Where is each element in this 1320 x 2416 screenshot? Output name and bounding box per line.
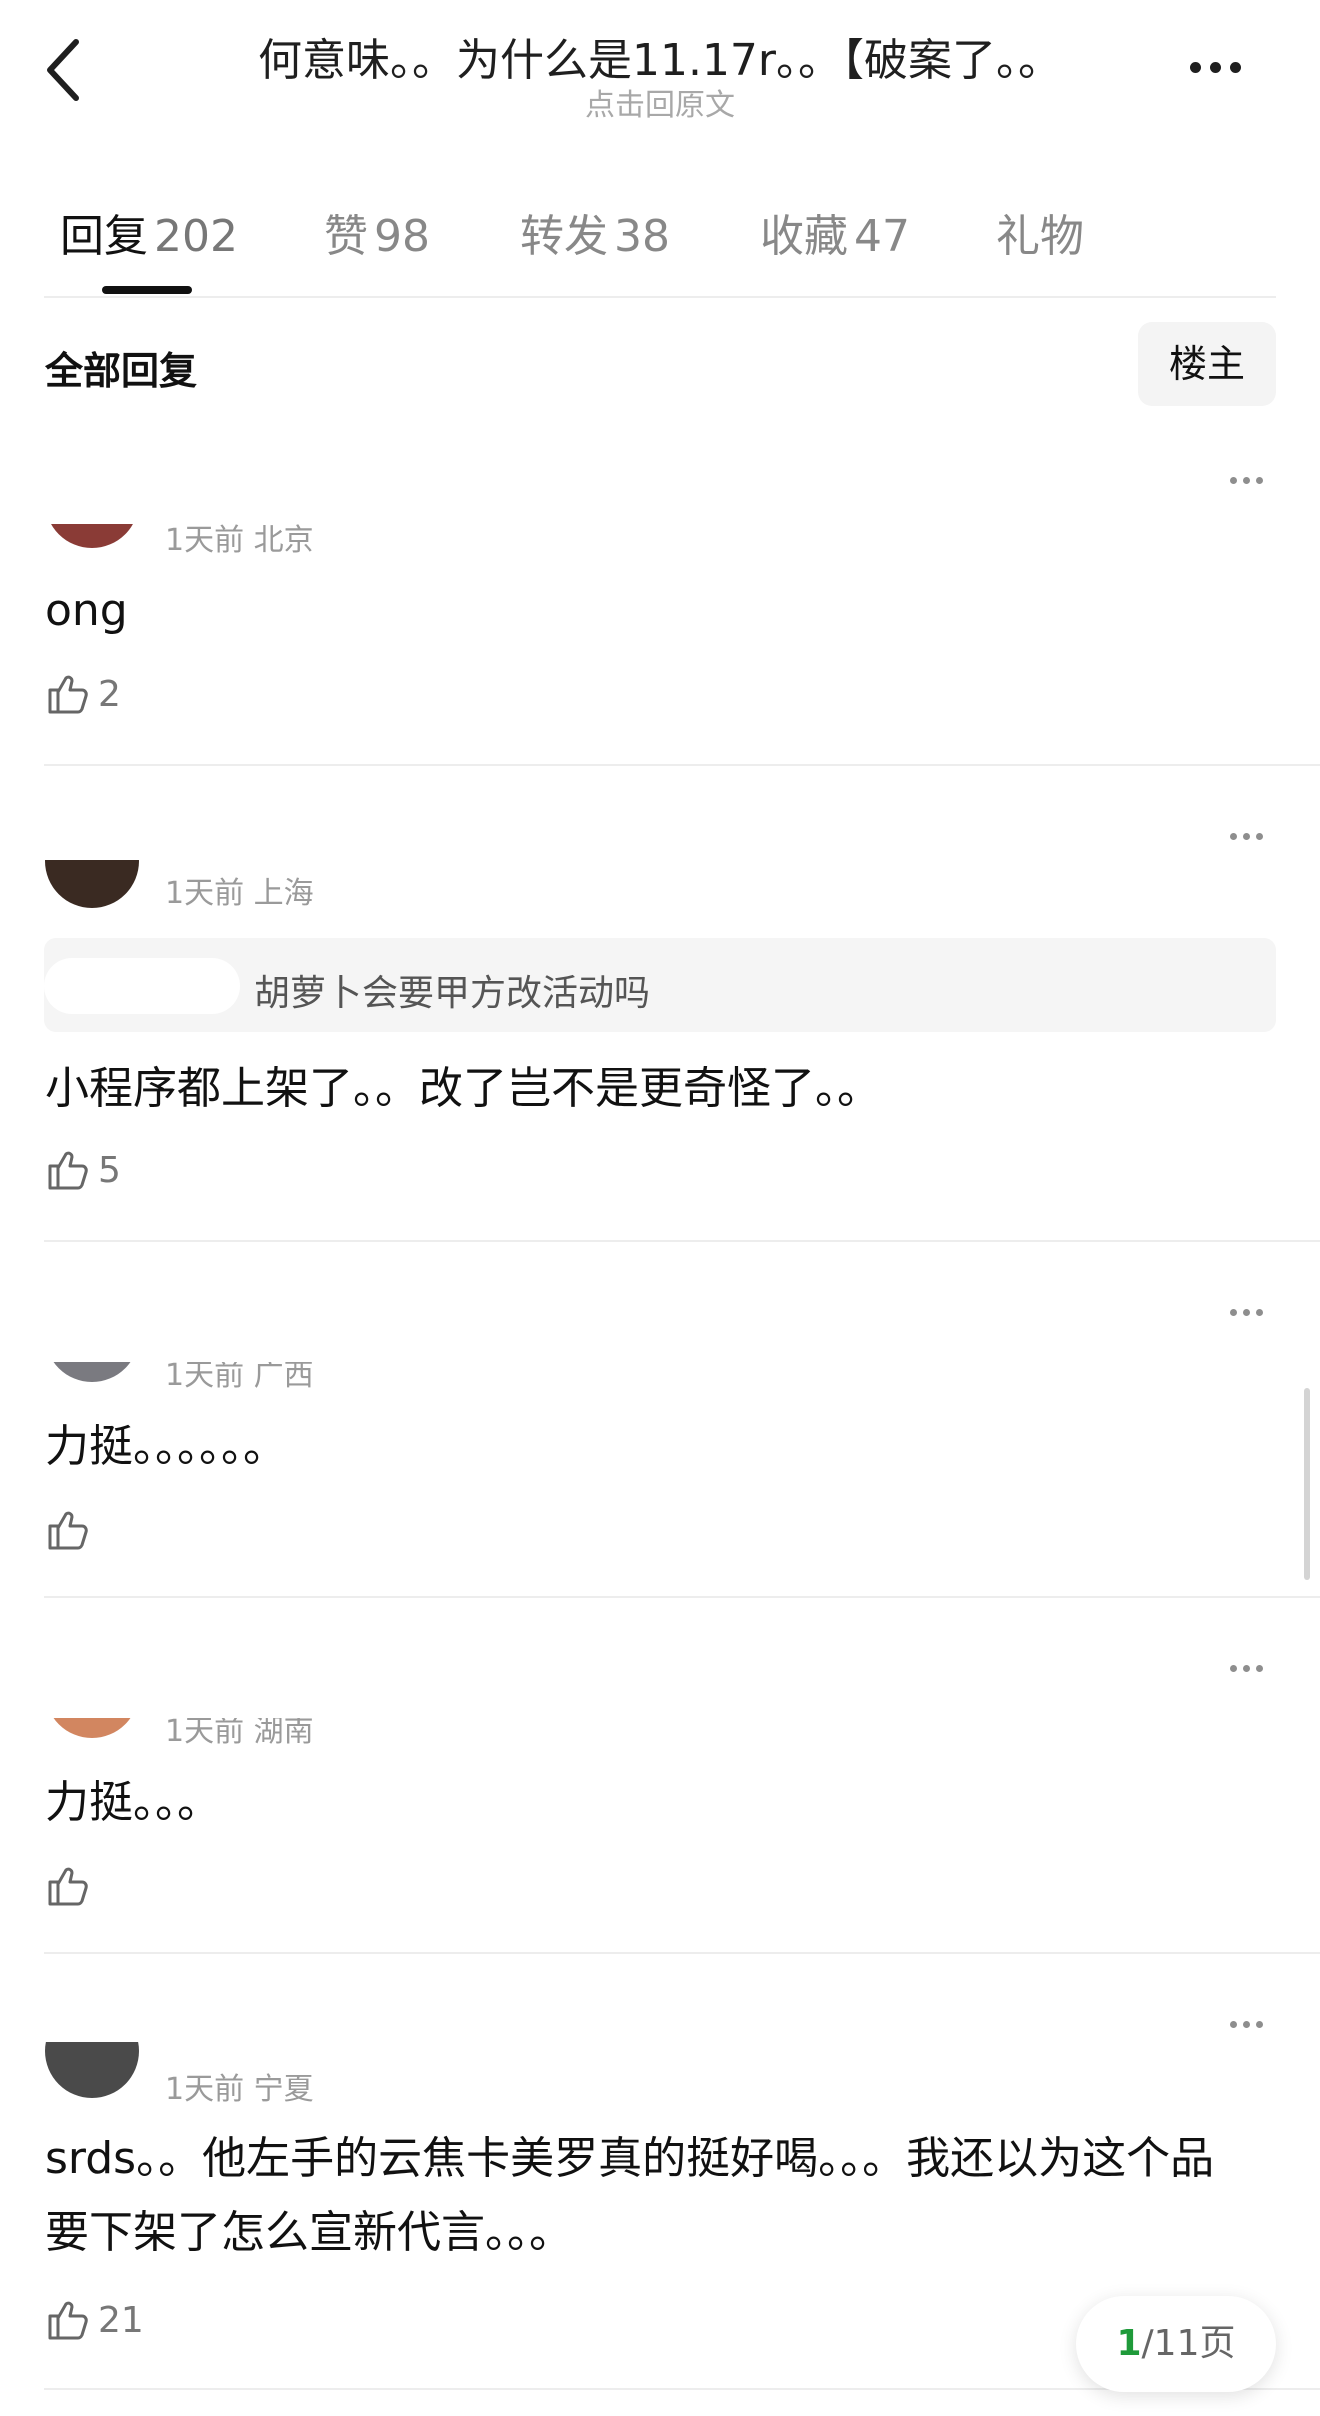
tab-count: 47 xyxy=(854,211,910,262)
tab-count: 202 xyxy=(154,211,238,262)
like-button[interactable] xyxy=(44,1506,98,1554)
like-button[interactable]: 2 xyxy=(44,670,121,718)
thumbs-up-icon xyxy=(48,1151,88,1190)
tab-label: 赞 xyxy=(324,211,368,262)
comment-text: srds。。他左手的云焦卡美罗真的挺好喝。。。我还以为这个品要下架了怎么宣新代言… xyxy=(45,2133,1215,2258)
more-horizontal-icon xyxy=(1190,61,1201,73)
scrollbar[interactable] xyxy=(1304,1388,1310,1580)
more-dot xyxy=(1210,61,1221,73)
comment-divider xyxy=(44,1952,1320,1954)
comment-more-button[interactable] xyxy=(1230,1302,1274,1322)
comment-more-button[interactable] xyxy=(1230,470,1274,490)
active-tab-indicator xyxy=(102,286,192,294)
tab-label: 回复 xyxy=(60,211,148,262)
more-horizontal-icon xyxy=(1230,1664,1237,1672)
all-replies-label: 全部回复 xyxy=(45,349,198,393)
page-title: 何意味。。为什么是11.17r。。【破案了。。 xyxy=(257,35,1063,86)
quoted-text: 胡萝卜会要甲方改活动吗 xyxy=(254,973,651,1014)
more-horizontal-icon xyxy=(1230,2020,1237,2028)
more-dot xyxy=(1230,61,1241,73)
scroll-clip-mask xyxy=(30,1618,430,1718)
back-to-original-link[interactable]: 点击回原文 xyxy=(160,80,1160,124)
more-dot xyxy=(1256,1308,1263,1316)
more-dot xyxy=(1243,476,1250,484)
thumbs-up-icon xyxy=(48,1867,88,1906)
comment-text: ong xyxy=(45,585,128,636)
comment-meta: 1天前 上海 xyxy=(165,876,314,911)
more-horizontal-icon xyxy=(1230,476,1237,484)
tab-label: 转发 xyxy=(520,211,608,262)
more-dot xyxy=(1243,832,1250,840)
quoted-author xyxy=(44,958,240,1014)
thumbs-up-icon xyxy=(48,675,88,714)
like-count: 5 xyxy=(98,1149,121,1191)
like-count: 2 xyxy=(98,673,121,715)
more-dot xyxy=(1256,1664,1263,1672)
comment-text: 力挺。。。。。。 xyxy=(45,1421,287,1472)
scroll-clip-mask xyxy=(30,1262,430,1362)
like-button[interactable] xyxy=(44,1862,98,1910)
thumbs-up-icon xyxy=(48,2301,88,2340)
back-button[interactable] xyxy=(38,30,98,110)
more-dot xyxy=(1243,1664,1250,1672)
total-pages: /11页 xyxy=(1141,2323,1236,2364)
tab-favorites[interactable]: 收藏 47 xyxy=(760,200,910,264)
comment-divider xyxy=(44,1240,1320,1242)
tab-reposts[interactable]: 转发 38 xyxy=(520,200,670,264)
comment-meta: 1天前 宁夏 xyxy=(165,2072,314,2107)
tab-label: 礼物 xyxy=(996,211,1084,262)
tab-replies[interactable]: 回复 202 xyxy=(60,200,238,264)
tab-label: 收藏 xyxy=(760,211,848,262)
more-options-button[interactable] xyxy=(1190,52,1260,82)
tab-likes[interactable]: 赞 98 xyxy=(324,200,430,264)
more-horizontal-icon xyxy=(1230,1308,1237,1316)
comment-divider xyxy=(44,764,1320,766)
like-count: 21 xyxy=(98,2299,144,2341)
comment-more-button[interactable] xyxy=(1230,2014,1274,2034)
comment-more-button[interactable] xyxy=(1230,826,1274,846)
like-button[interactable]: 5 xyxy=(44,1146,121,1194)
chevron-left-icon xyxy=(47,39,79,101)
tab-gifts[interactable]: 礼物 xyxy=(996,200,1084,264)
tabs-divider xyxy=(44,296,1276,298)
comment-more-button[interactable] xyxy=(1230,1658,1274,1678)
scroll-clip-mask xyxy=(30,1978,430,2042)
comment-divider xyxy=(44,1596,1320,1598)
scroll-clip-mask xyxy=(30,430,430,524)
thumbs-up-icon xyxy=(48,1511,88,1550)
comment-text: 小程序都上架了。。改了岂不是更奇怪了。。 xyxy=(45,1063,881,1114)
like-button[interactable]: 21 xyxy=(44,2296,144,2344)
more-dot xyxy=(1256,832,1263,840)
op-only-button[interactable]: 楼主 xyxy=(1138,322,1276,406)
comment-text: 力挺。。。 xyxy=(45,1777,221,1828)
more-dot xyxy=(1243,2020,1250,2028)
tab-count: 98 xyxy=(374,211,430,262)
scroll-clip-mask xyxy=(30,790,430,860)
more-horizontal-icon xyxy=(1230,832,1237,840)
current-page: 1 xyxy=(1116,2323,1142,2364)
more-dot xyxy=(1256,476,1263,484)
pagination-button[interactable]: 1/11页 xyxy=(1076,2296,1276,2392)
tab-count: 38 xyxy=(614,211,670,262)
more-dot xyxy=(1243,1308,1250,1316)
more-dot xyxy=(1256,2020,1263,2028)
